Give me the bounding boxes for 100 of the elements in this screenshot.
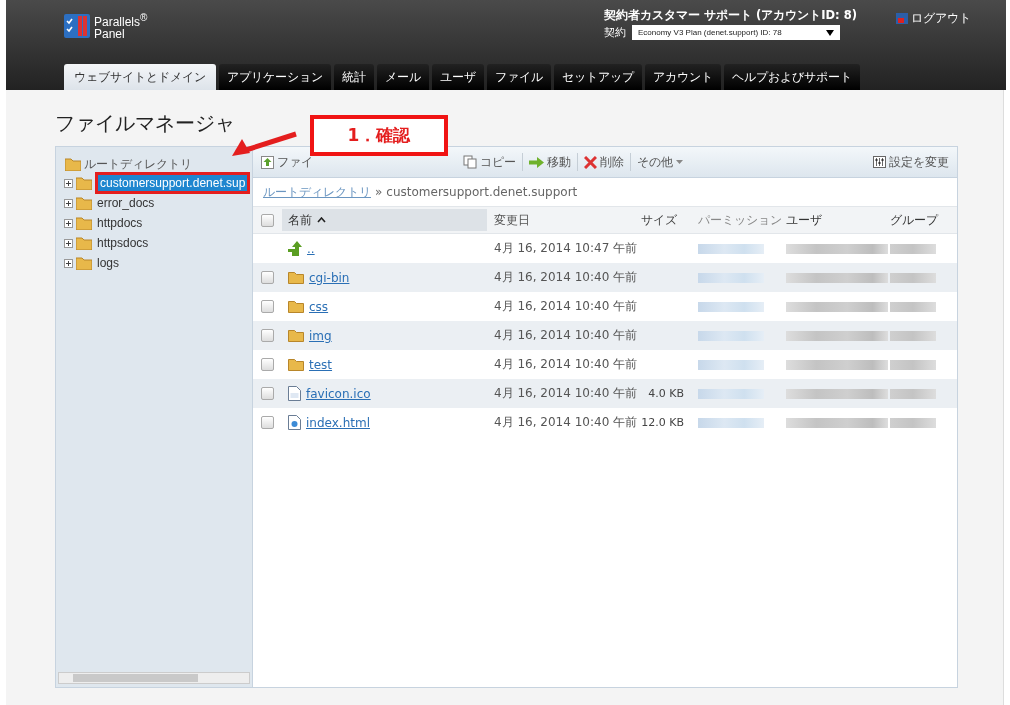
column-header[interactable]: 変更日 — [494, 212, 530, 227]
expander-icon[interactable] — [64, 238, 73, 248]
tree-item[interactable]: error_docs — [95, 195, 157, 211]
checkbox[interactable] — [261, 416, 274, 429]
sort-ascending-icon — [317, 217, 326, 223]
logo-text: Panel — [94, 28, 126, 40]
pixelated-text — [890, 301, 936, 312]
modified-date: 4月 16, 2014 10:47 午前 — [494, 241, 638, 255]
modified-date: 4月 16, 2014 10:40 午前 — [494, 415, 638, 429]
folder-icon — [288, 329, 304, 342]
nav-tab[interactable]: ヘルプおよびサポート — [724, 64, 860, 90]
checkbox[interactable] — [261, 358, 274, 371]
nav-tab[interactable]: アプリケーション — [219, 64, 331, 90]
upload-icon — [261, 155, 274, 169]
nav-tab[interactable]: 統計 — [334, 64, 374, 90]
logo-icon — [64, 14, 90, 38]
toolbar-button[interactable]: 移動 — [529, 153, 571, 171]
pixelated-text — [698, 417, 764, 428]
modified-date: 4月 16, 2014 10:40 午前 — [494, 386, 638, 400]
dropdown-icon — [826, 29, 834, 36]
nav-tab[interactable]: メール — [377, 64, 429, 90]
page-title: ファイルマネージャ — [55, 110, 235, 137]
checkbox[interactable] — [261, 300, 274, 313]
folder-icon — [76, 256, 92, 270]
horizontal-scrollbar[interactable] — [58, 672, 250, 684]
tree-item[interactable]: httpdocs — [95, 215, 145, 231]
column-header[interactable]: 名前 — [282, 209, 487, 231]
nav-tab[interactable]: ウェブサイトとドメイン — [64, 64, 216, 90]
file-link[interactable]: css — [309, 299, 329, 314]
pixelated-text — [890, 359, 936, 370]
file-size: 12.0 KB — [641, 416, 684, 429]
delete-icon — [584, 155, 597, 169]
subscription-label: 契約 — [604, 25, 626, 40]
checkbox[interactable] — [261, 271, 274, 284]
folder-icon — [65, 157, 81, 171]
sliders-icon — [873, 156, 886, 168]
account-name: 契約者カスタマー サポート (アカウントID: 8) — [604, 8, 858, 23]
breadcrumb-separator: » — [375, 185, 383, 199]
web-file-icon — [288, 415, 301, 430]
toolbar-button[interactable]: コピー — [463, 153, 516, 171]
binary-file-icon — [288, 386, 301, 401]
folder-icon — [76, 236, 92, 250]
file-link[interactable]: img — [309, 328, 332, 343]
pixelated-text — [890, 388, 936, 399]
annotation-callout: 1．確認 — [310, 115, 448, 156]
pixelated-text — [698, 388, 764, 399]
tree-item[interactable]: httpsdocs — [95, 235, 151, 251]
toolbar-button[interactable]: 削除 — [584, 153, 624, 171]
expander-icon[interactable] — [64, 198, 73, 208]
pixelated-text — [890, 417, 936, 428]
copy-icon — [463, 155, 477, 169]
pixelated-text — [698, 330, 764, 341]
modified-date: 4月 16, 2014 10:40 午前 — [494, 328, 638, 342]
column-header[interactable]: グループ — [890, 212, 938, 227]
modified-date: 4月 16, 2014 10:40 午前 — [494, 270, 638, 284]
logout-icon — [896, 13, 908, 24]
subscription-select[interactable]: Economy V3 Plan (denet.support) ID: 78 — [632, 25, 840, 40]
folder-icon — [76, 176, 92, 190]
checkbox[interactable] — [261, 329, 274, 342]
pixelated-text — [698, 359, 764, 370]
nav-tab[interactable]: ユーザ — [432, 64, 484, 90]
nav-tab[interactable]: ファイル — [487, 64, 551, 90]
column-header[interactable]: ユーザ — [786, 212, 822, 227]
up-arrow-icon — [288, 241, 302, 256]
modified-date: 4月 16, 2014 10:40 午前 — [494, 299, 638, 313]
folder-icon — [288, 300, 304, 313]
file-link[interactable]: test — [309, 357, 333, 372]
folder-icon — [76, 196, 92, 210]
tree-item[interactable]: ルートディレクトリ — [84, 155, 192, 173]
logout-link[interactable]: ログアウト — [896, 10, 971, 27]
pixelated-text — [890, 243, 936, 254]
caret-icon — [676, 160, 683, 164]
pixelated-text — [698, 272, 764, 283]
nav-tab[interactable]: アカウント — [645, 64, 721, 90]
pixelated-text — [890, 330, 936, 341]
folder-icon — [288, 271, 304, 284]
pixelated-text — [698, 243, 764, 254]
settings-button[interactable]: 設定を変更 — [873, 153, 949, 171]
checkbox[interactable] — [261, 213, 274, 227]
tree-item[interactable]: customersupport.denet.sup — [98, 175, 248, 191]
nav-tab[interactable]: セットアップ — [554, 64, 642, 90]
toolbar-button[interactable]: ファイ — [261, 153, 457, 171]
file-link[interactable]: .. — [307, 241, 315, 256]
expander-icon[interactable] — [64, 178, 73, 188]
file-link[interactable]: favicon.ico — [306, 386, 371, 401]
file-link[interactable]: index.html — [306, 415, 370, 430]
arrow-right-icon — [529, 156, 544, 168]
toolbar-button[interactable]: その他 — [637, 153, 683, 171]
expander-icon[interactable] — [64, 258, 73, 268]
file-size: 4.0 KB — [648, 387, 684, 400]
folder-icon — [288, 358, 304, 371]
tree-item[interactable]: logs — [95, 255, 121, 271]
pixelated-text — [890, 272, 936, 283]
file-link[interactable]: cgi-bin — [309, 270, 350, 285]
expander-icon[interactable] — [64, 218, 73, 228]
folder-icon — [76, 216, 92, 230]
logo-text: Parallels$^{®}$ — [94, 12, 148, 28]
column-header[interactable]: サイズ — [641, 212, 677, 227]
modified-date: 4月 16, 2014 10:40 午前 — [494, 357, 638, 371]
checkbox[interactable] — [261, 387, 274, 400]
